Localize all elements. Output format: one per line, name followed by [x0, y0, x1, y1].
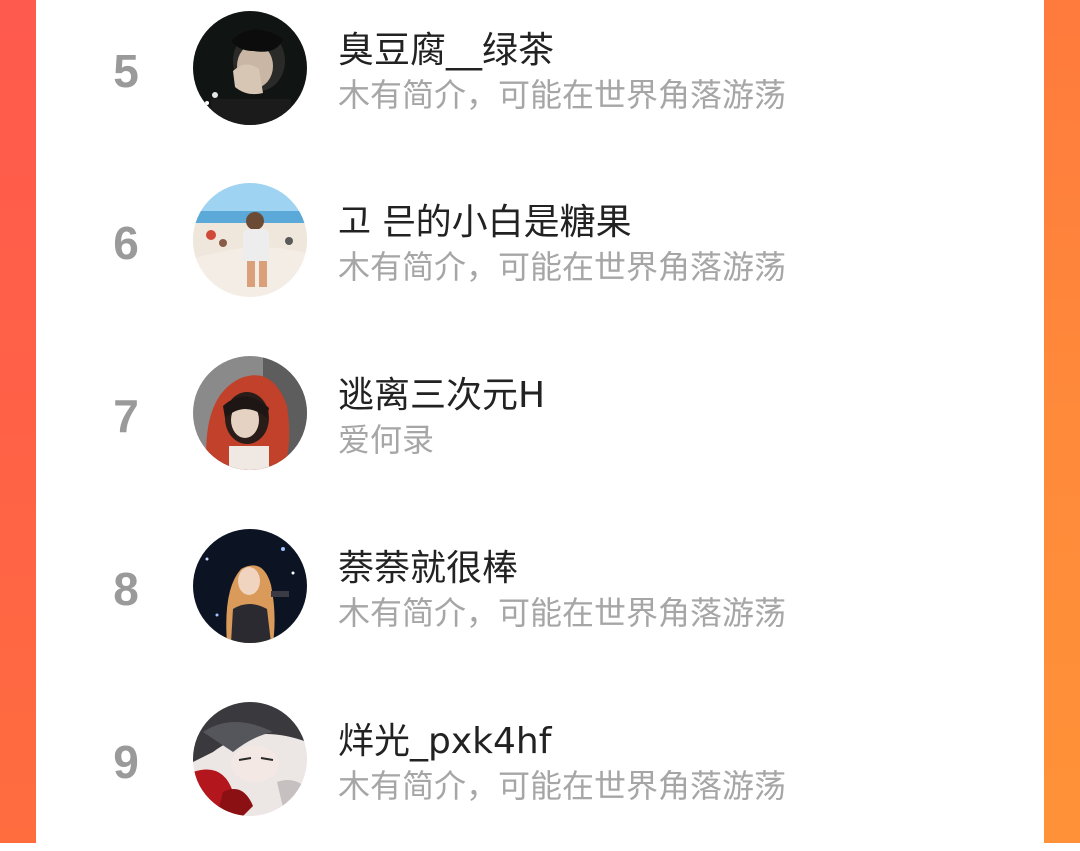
ranking-row-5[interactable]: 5 臭豆腐__绿茶 木有简介，可能在世界角落游荡: [36, 0, 1044, 160]
night-stage-portrait-image: [193, 529, 307, 643]
ranking-row-9[interactable]: 9 烊光_pxk4hf 木有简介，可能在世界角落游荡: [36, 691, 1044, 851]
user-avatar[interactable]: [193, 356, 307, 470]
rank-number: 9: [113, 736, 139, 788]
ranking-row-8[interactable]: 8 萘萘就很棒 木有简介，可能在世界角落游荡: [36, 518, 1044, 678]
user-avatar[interactable]: [193, 183, 307, 297]
user-avatar[interactable]: [193, 11, 307, 125]
user-name[interactable]: 臭豆腐__绿茶: [338, 21, 554, 73]
rank-number: 5: [113, 45, 139, 97]
user-name[interactable]: 고 믄的小白是糖果: [338, 193, 632, 245]
user-avatar[interactable]: [193, 702, 307, 816]
user-bio: 木有简介，可能在世界角落游荡: [338, 767, 787, 805]
dark-portrait-image: [193, 11, 307, 125]
red-hood-portrait-image: [193, 356, 307, 470]
rank-number: 6: [113, 217, 139, 269]
user-bio: 爱何录: [338, 421, 435, 459]
user-bio: 木有简介，可能在世界角落游荡: [338, 594, 787, 632]
rank-number: 8: [113, 563, 139, 615]
user-name[interactable]: 烊光_pxk4hf: [338, 712, 551, 764]
user-name[interactable]: 逃离三次元H: [338, 366, 545, 418]
user-bio: 木有简介，可能在世界角落游荡: [338, 76, 787, 114]
illustrated-character-image: [193, 702, 307, 816]
ranking-row-7[interactable]: 7 逃离三次元H 爱何录: [36, 345, 1044, 505]
left-gradient-edge: [0, 0, 36, 843]
user-bio: 木有简介，可能在世界角落游荡: [338, 248, 787, 286]
ranking-list: 5 臭豆腐__绿茶 木有简介，可能在世界角落游荡 6 고 믄的小白是糖果 木有简…: [36, 0, 1044, 843]
user-avatar[interactable]: [193, 529, 307, 643]
right-gradient-edge: [1044, 0, 1080, 843]
ranking-row-6[interactable]: 6 고 믄的小白是糖果 木有简介，可能在世界角落游荡: [36, 172, 1044, 332]
user-name[interactable]: 萘萘就很棒: [338, 539, 518, 591]
rank-number: 7: [113, 390, 139, 442]
beach-photo-image: [193, 183, 307, 297]
